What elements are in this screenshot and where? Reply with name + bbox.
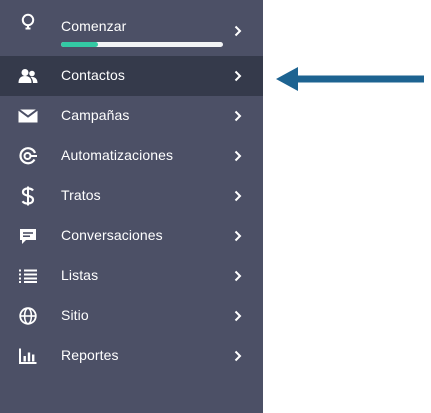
sidebar-item-reportes[interactable]: Reportes <box>0 336 263 376</box>
chevron-right-icon <box>232 187 244 205</box>
sidebar-item-label: Listas <box>61 267 99 283</box>
sidebar-item-label: Automatizaciones <box>61 147 174 163</box>
chevron-right-icon <box>232 227 244 245</box>
sidebar-item-tratos[interactable]: Tratos <box>0 176 263 216</box>
chevron-right-icon <box>232 147 244 165</box>
sidebar-item-label: Reportes <box>61 347 119 363</box>
globe-icon <box>17 306 39 326</box>
chevron-right-icon <box>232 67 244 85</box>
onboarding-progress-bar <box>61 42 223 47</box>
envelope-icon <box>17 106 39 126</box>
automation-icon <box>17 146 39 166</box>
sidebar-item-label: Conversaciones <box>61 227 163 243</box>
chevron-right-icon <box>232 22 244 40</box>
contacts-icon <box>17 66 39 86</box>
sidebar-item-label: Comenzar <box>61 18 127 34</box>
bar-chart-icon <box>17 346 39 366</box>
sidebar-item-label: Tratos <box>61 187 101 203</box>
chevron-right-icon <box>232 347 244 365</box>
sidebar-item-comenzar[interactable]: Comenzar <box>0 2 263 54</box>
lightbulb-icon <box>17 12 39 32</box>
chevron-right-icon <box>232 307 244 325</box>
left-arrow-icon <box>276 67 424 91</box>
page: Comenzar Contactos Campañas Automatizaci… <box>0 0 431 413</box>
chevron-right-icon <box>232 107 244 125</box>
sidebar-item-label: Sitio <box>61 307 89 323</box>
chat-icon <box>17 226 39 246</box>
sidebar-item-label: Campañas <box>61 107 130 123</box>
dollar-icon <box>17 186 39 206</box>
sidebar-nav: Comenzar Contactos Campañas Automatizaci… <box>0 0 263 413</box>
sidebar-item-sitio[interactable]: Sitio <box>0 296 263 336</box>
sidebar-item-label: Contactos <box>61 67 125 83</box>
sidebar-item-automatizaciones[interactable]: Automatizaciones <box>0 136 263 176</box>
sidebar-item-listas[interactable]: Listas <box>0 256 263 296</box>
sidebar-item-contactos[interactable]: Contactos <box>0 56 263 96</box>
sidebar-item-campanas[interactable]: Campañas <box>0 96 263 136</box>
chevron-right-icon <box>232 267 244 285</box>
list-icon <box>17 266 39 286</box>
progress-fill <box>61 42 99 47</box>
sidebar-item-conversaciones[interactable]: Conversaciones <box>0 216 263 256</box>
